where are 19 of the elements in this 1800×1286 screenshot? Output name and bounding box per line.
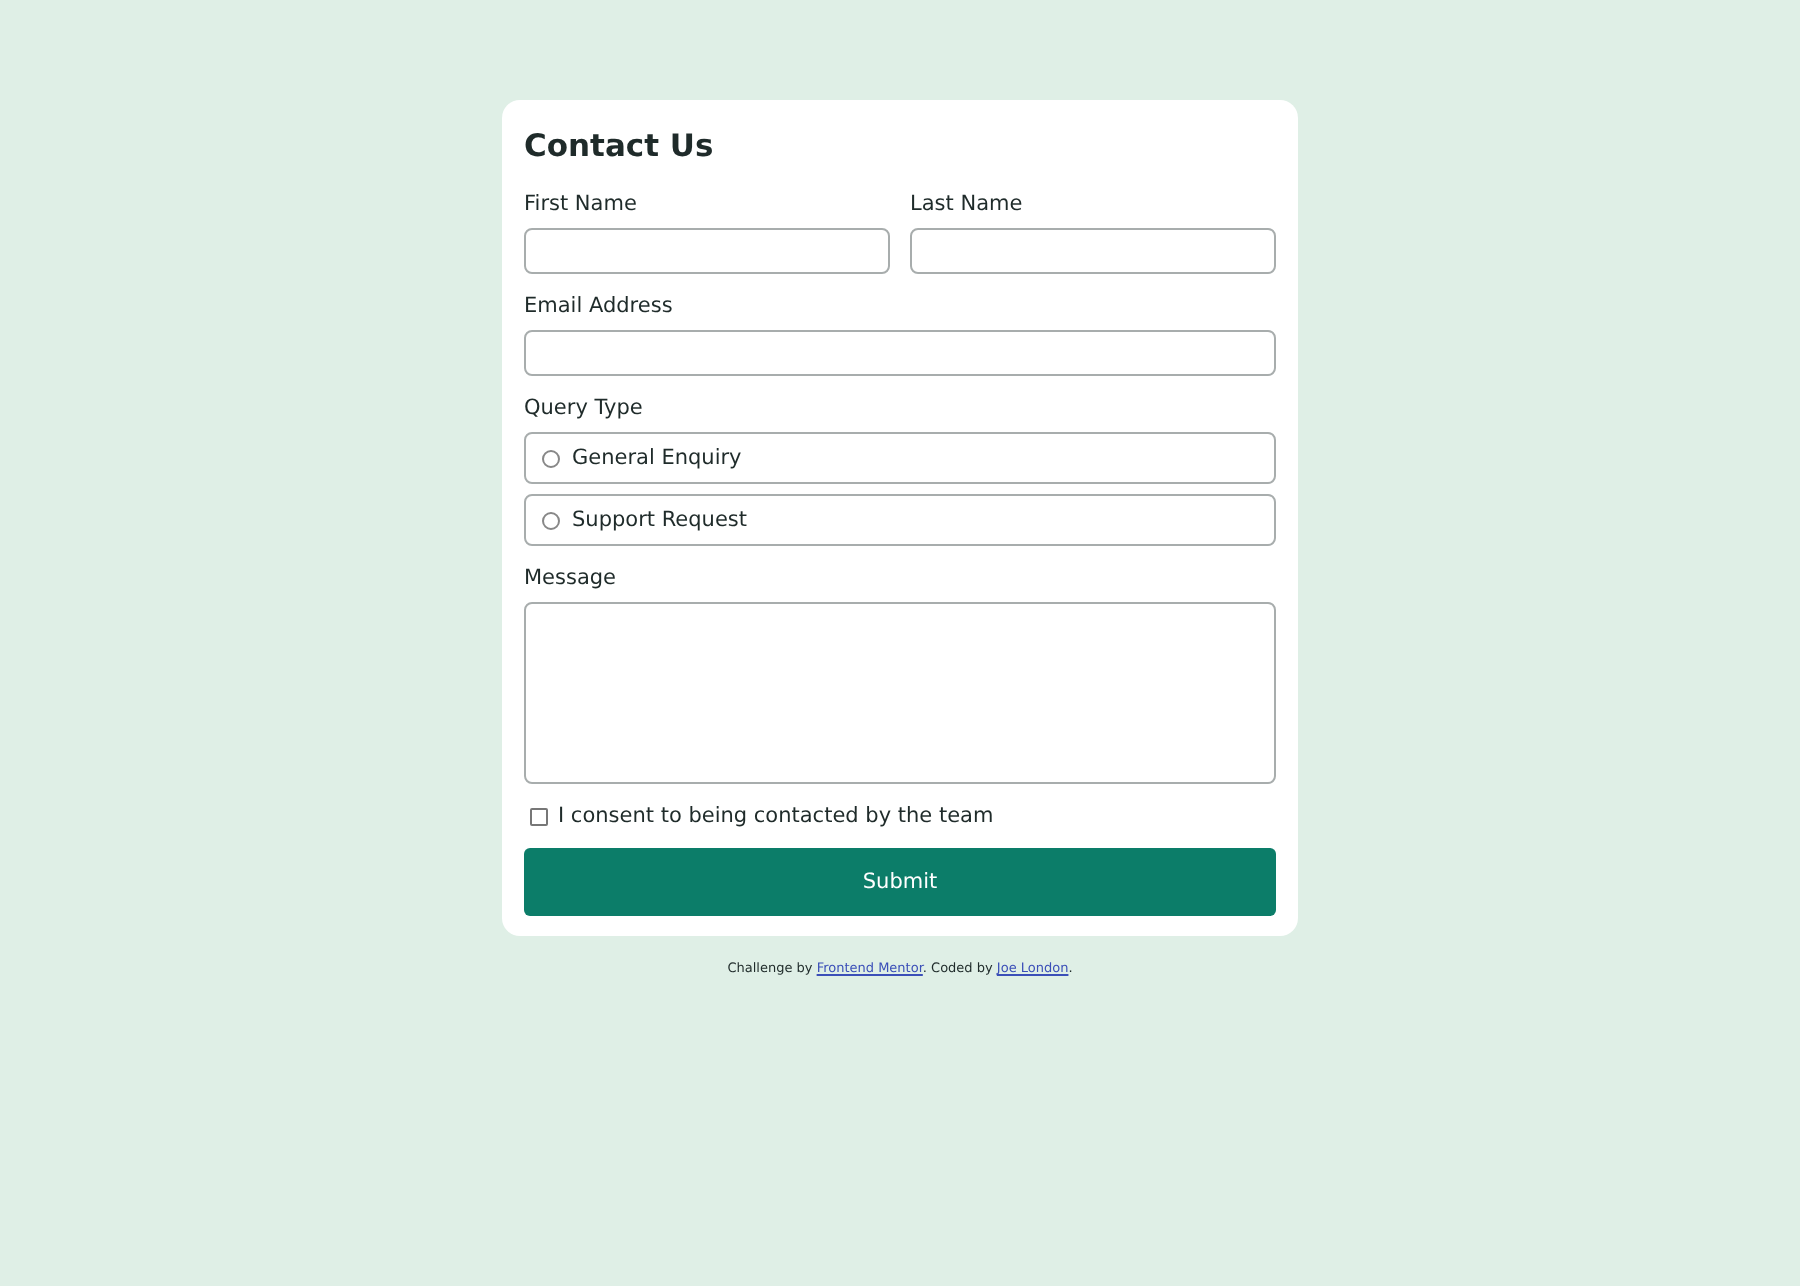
option-label: Support Request [572,508,747,532]
option-label: General Enquiry [572,446,742,470]
field-label: Query Type [524,396,645,420]
field-label: First Name [524,192,639,216]
field-label: Last Name [910,192,1025,216]
field-label: Email Address [524,294,675,318]
radio-button[interactable] [542,511,560,529]
checkbox[interactable] [530,807,548,825]
radio-option[interactable]: General Enquiry [524,432,1276,484]
radio-button[interactable] [542,449,560,467]
form-title: Contact Us [524,128,716,164]
radio-option[interactable]: Support Request [524,494,1276,546]
submit-button[interactable]: Submit [524,848,1276,916]
text-field[interactable] [524,228,890,274]
consent-label: I consent to being contacted by the team [558,804,994,828]
message-field[interactable] [524,602,1276,784]
field-label: Message [524,566,619,590]
text-field[interactable] [910,228,1276,274]
email-field[interactable] [524,330,1276,376]
